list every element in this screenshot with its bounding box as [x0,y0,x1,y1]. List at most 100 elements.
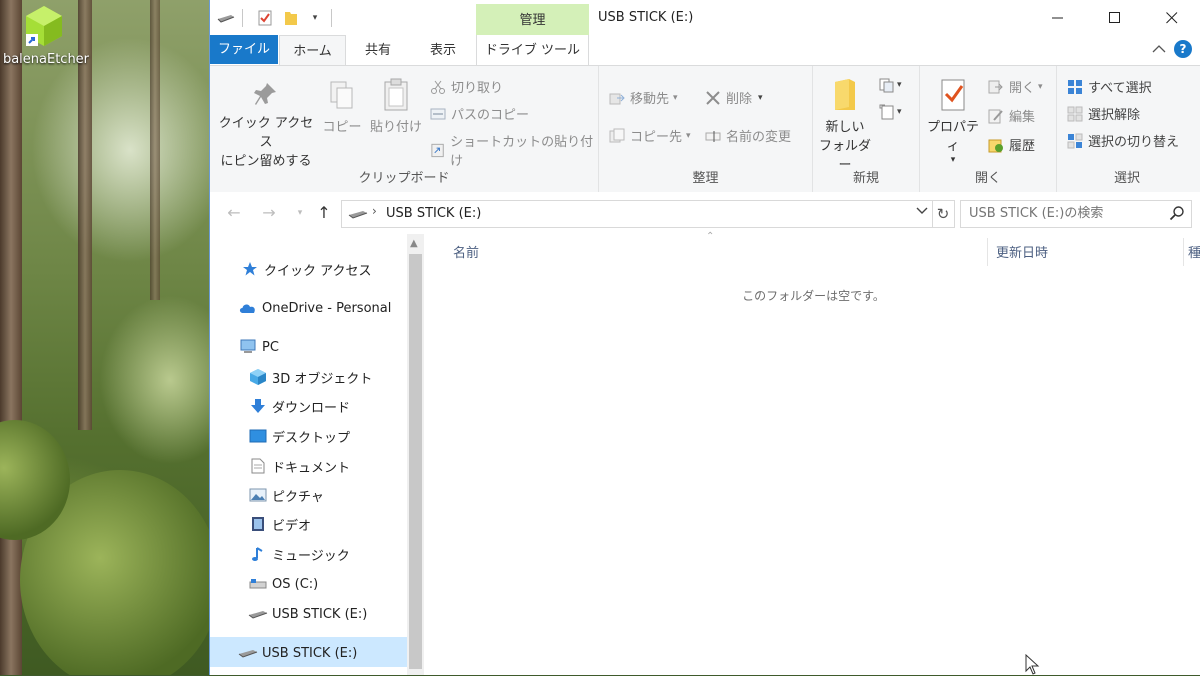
select-none-button[interactable]: 選択解除 [1067,104,1140,123]
cut-button[interactable]: 切り取り [430,77,503,96]
paste-shortcut-button[interactable]: ショートカットの貼り付け [430,131,598,169]
select-all-button[interactable]: すべて選択 [1067,77,1152,96]
scroll-thumb[interactable] [409,254,422,669]
nav-item-downloads[interactable]: ダウンロード [248,394,350,418]
document-icon [251,458,265,474]
sort-caret-icon: ⌃ [706,231,715,242]
tab-view[interactable]: 表示 [413,35,473,65]
new-item-button[interactable]: ▾ [879,77,902,93]
title-bar: ▾ 管理 USB STICK (E:) [210,0,1200,35]
new-folder-icon[interactable] [282,9,300,27]
usb-drive-icon [348,211,368,219]
nav-label: デスクトップ [272,430,351,446]
copy-to-icon [609,128,625,142]
new-group-label: 新規 [852,171,879,186]
copy-button[interactable]: コピー [322,80,362,137]
arrow-up-icon: ↑ [317,203,331,222]
address-field[interactable]: › USB STICK (E:) [341,200,933,228]
nav-item-videos[interactable]: ビデオ [248,512,311,536]
properties-button[interactable]: プロパティ ▾ [922,78,984,165]
close-button[interactable] [1143,0,1200,35]
copy-icon [330,81,353,109]
nav-item-usb-stick[interactable]: USB STICK (E:) [248,602,367,626]
star-icon [243,262,257,276]
file-list[interactable]: ⌃ 名前 更新日時 種 このフォルダーは空です。 [426,231,1200,675]
chevron-down-icon: ▾ [673,92,678,103]
file-explorer-window: ▾ 管理 USB STICK (E:) ファイル ホーム 共有 表示 ドライブ … [209,0,1200,675]
refresh-button[interactable]: ↻ [932,200,955,228]
column-divider[interactable] [987,238,988,266]
minimize-button[interactable] [1029,0,1086,35]
help-button[interactable]: ? [1174,40,1192,58]
scroll-up-arrow-icon[interactable]: ▲ [410,238,418,249]
move-to-button[interactable]: 移動先 ▾ [609,88,678,107]
tab-home[interactable]: ホーム [279,35,346,66]
new-folder-button[interactable]: 新しい フォルダー [815,78,875,175]
recent-locations-button[interactable]: ▾ [290,203,310,223]
paste-button[interactable]: 貼り付け [368,78,424,137]
tree-trunk [0,0,22,675]
back-button[interactable]: ← [224,203,244,223]
edit-button[interactable]: 編集 [988,106,1035,125]
customize-toolbar-icon[interactable]: ▾ [308,9,322,27]
history-icon [988,139,1003,152]
nav-item-desktop[interactable]: デスクトップ [248,424,350,448]
forward-button[interactable]: → [259,203,279,223]
balena-etcher-label[interactable]: balenaEtcher [0,52,92,67]
invert-selection-button[interactable]: 選択の切り替え [1067,131,1179,150]
clipboard-group: クイック アクセス にピン留めする コピー 貼り付け 切り取り パスのコピー シ… [210,66,599,192]
open-button[interactable]: 開く ▾ [988,77,1043,96]
arrow-left-icon: ← [227,203,241,222]
copy-path-button[interactable]: パスのコピー [430,104,529,123]
clipboard-group-label: クリップボード [358,171,450,186]
rename-button[interactable]: 名前の変更 [705,126,791,145]
tab-drive-tools[interactable]: ドライブ ツール [476,35,589,65]
nav-item-music[interactable]: ミュージック [248,542,350,566]
address-path[interactable]: USB STICK (E:) [386,206,481,221]
search-input[interactable] [967,205,1166,222]
nav-item-documents[interactable]: ドキュメント [248,454,350,478]
tab-file[interactable]: ファイル [210,35,278,64]
easy-access-button[interactable]: ▾ [879,104,902,120]
nav-item-usb-stick-root[interactable]: USB STICK (E:) [238,641,357,665]
window-title: USB STICK (E:) [598,10,694,25]
download-icon [251,399,265,413]
address-dropdown-button[interactable] [916,204,928,219]
nav-item-os-c[interactable]: OS (C:) [248,572,318,596]
delete-button[interactable]: 削除 ▾ [705,88,763,107]
up-button[interactable]: ↑ [314,203,334,223]
properties-icon[interactable] [256,9,274,27]
nav-item-pc[interactable]: PC [238,335,279,359]
balena-etcher-icon[interactable] [22,4,66,48]
column-header-modified[interactable]: 更新日時 [996,242,1048,261]
manage-contextual-tab[interactable]: 管理 [476,4,589,35]
select-none-label: 選択解除 [1088,108,1141,123]
tab-share[interactable]: 共有 [348,35,408,65]
ribbon: クイック アクセス にピン留めする コピー 貼り付け 切り取り パスのコピー シ… [210,65,1200,193]
column-header-name[interactable]: 名前 [453,242,479,261]
search-icon[interactable] [1169,205,1185,221]
chevron-down-icon: ▾ [897,80,902,90]
video-icon [252,517,264,531]
navigation-pane: クイック アクセス OneDrive - Personal PC 3D オブジェ… [210,234,407,675]
pin-to-quick-access-button[interactable]: クイック アクセス にピン留めする [214,80,318,171]
copy-to-button[interactable]: コピー先 ▾ [609,126,691,145]
collapse-ribbon-button[interactable] [1151,42,1167,58]
nav-label: 3D オブジェクト [272,371,373,387]
nav-item-onedrive[interactable]: OneDrive - Personal [238,296,391,320]
nav-item-quick-access[interactable]: クイック アクセス [240,257,371,281]
chevron-down-icon: ▾ [1038,81,1043,92]
column-header-type[interactable]: 種 [1188,242,1200,261]
nav-scrollbar[interactable]: ▲ [407,234,424,675]
nav-item-3d-objects[interactable]: 3D オブジェクト [248,365,372,389]
column-divider[interactable] [1183,238,1184,266]
nav-item-pictures[interactable]: ピクチャ [248,483,324,507]
drive-icon [216,9,236,27]
nav-label: OS (C:) [272,576,319,592]
search-box[interactable] [960,200,1192,228]
nav-label: クイック アクセス [264,263,372,279]
maximize-button[interactable] [1086,0,1143,35]
nav-label: OneDrive - Personal [262,300,392,316]
history-button[interactable]: 履歴 [988,135,1035,154]
pc-icon [240,339,256,353]
